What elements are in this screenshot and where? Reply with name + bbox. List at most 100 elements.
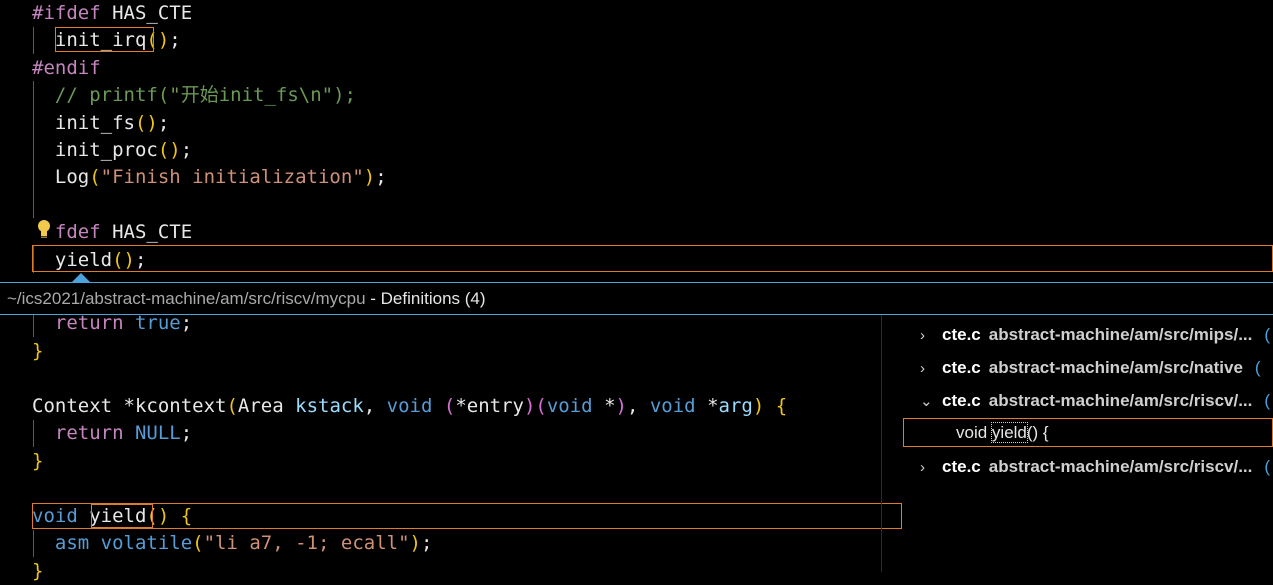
chevron-icon: › — [920, 360, 925, 377]
indent-guide — [33, 420, 34, 447]
ref-child-pre: void — [956, 423, 992, 442]
definition-line-highlight — [32, 503, 902, 529]
symbol-highlight-yield — [91, 504, 153, 528]
chevron-icon: › — [920, 459, 925, 476]
lightbulb-icon[interactable] — [36, 219, 52, 239]
code-token: // printf("开始init_fs\n"); — [32, 84, 356, 107]
code-token: ; — [180, 139, 193, 161]
code-token: void — [649, 394, 696, 417]
code-token: ; — [420, 532, 433, 554]
code-token: ; — [157, 111, 170, 134]
code-line[interactable]: } — [32, 448, 43, 475]
code-line[interactable]: Log("Finish initialization"); — [32, 164, 387, 191]
code-token: arg — [718, 394, 753, 417]
peek-divider — [881, 315, 882, 572]
current-line-highlight — [32, 245, 1273, 272]
code-token: "li a7, -1; ecall" — [203, 532, 410, 554]
code-token: ) — [615, 394, 627, 417]
reference-count-badge: ( — [1264, 457, 1271, 476]
ref-child-word: yield — [990, 422, 1028, 443]
code-token: NULL — [123, 422, 181, 444]
code-token: () — [157, 139, 181, 161]
indent-guide — [33, 315, 34, 337]
code-token: volatile — [100, 532, 193, 554]
code-token: true — [123, 312, 181, 334]
code-token: } — [32, 339, 44, 362]
code-token: init_proc — [32, 139, 158, 161]
reference-count-badge: ( — [1264, 391, 1271, 410]
code-token: ( — [89, 166, 101, 189]
code-token: ) — [363, 166, 376, 189]
code-token: ) — [409, 532, 421, 554]
code-line[interactable]: } — [32, 558, 43, 585]
peek-pointer — [72, 273, 90, 282]
code-token: void — [546, 394, 593, 417]
indent-guide — [33, 530, 34, 557]
code-line[interactable]: return true; — [32, 310, 192, 337]
reference-count-badge: ( — [1254, 358, 1261, 377]
reference-file-item[interactable]: › cte.c abstract-machine/am/src/riscv/... ( — [920, 452, 1270, 482]
code-token: ; — [375, 166, 387, 189]
code-token: init_fs — [32, 111, 135, 134]
code-token: *entry — [455, 394, 524, 417]
code-line[interactable]: return NULL; — [32, 420, 192, 447]
reference-file-path: abstract-machine/am/src/mips/... — [988, 325, 1253, 344]
code-line[interactable]: // printf("开始init_fs\n"); — [32, 82, 356, 109]
code-token: , — [363, 394, 387, 417]
symbol-highlight-init-irq — [55, 27, 154, 52]
code-token: * — [695, 394, 719, 417]
code-token: return — [32, 422, 124, 444]
reference-file-item[interactable]: › cte.c abstract-machine/am/src/native ( — [920, 353, 1261, 383]
code-token: kstack — [295, 394, 364, 417]
ref-child-post: () { — [1026, 423, 1049, 442]
code-token: ( — [443, 394, 456, 417]
code-token: "Finish initialization" — [100, 166, 364, 189]
code-token: #ifdef — [32, 2, 101, 24]
code-token: * — [592, 394, 616, 417]
code-token: ) — [752, 394, 765, 417]
reference-file-name: cte.c — [942, 325, 981, 344]
peek-separator: - — [365, 289, 381, 308]
code-token: { — [764, 394, 788, 417]
reference-match-yield[interactable]: void yield() { — [903, 418, 1273, 447]
code-line[interactable]: asm volatile("li a7, -1; ecall"); — [32, 530, 433, 557]
code-token: ( — [192, 532, 204, 554]
code-token: Context — [32, 394, 113, 417]
code-token: HAS_CTE — [100, 2, 193, 24]
code-token: *kcontext — [112, 394, 227, 417]
chevron-icon: ⌄ — [920, 393, 933, 410]
reference-file-name: cte.c — [942, 358, 981, 377]
reference-file-name: cte.c — [942, 457, 981, 476]
code-line[interactable]: #ifdef HAS_CTE — [32, 0, 192, 27]
code-token: ( — [226, 394, 238, 417]
code-token: ; — [180, 312, 193, 334]
code-token: )( — [523, 394, 547, 417]
code-token: Log — [32, 166, 90, 189]
code-token: } — [32, 449, 44, 472]
reference-file-item[interactable]: › cte.c abstract-machine/am/src/mips/... ( — [920, 320, 1270, 350]
code-line[interactable]: } — [32, 338, 43, 365]
code-line[interactable]: #endif — [32, 55, 101, 82]
code-line[interactable]: Context *kcontext(Area kstack, void (*en… — [32, 393, 787, 420]
reference-count-badge: ( — [1264, 325, 1271, 344]
reference-file-item[interactable]: ⌄ cte.c abstract-machine/am/src/riscv/... ( — [920, 386, 1270, 416]
peek-path: ~/ics2021/abstract-machine/am/src/riscv/… — [7, 289, 366, 308]
peek-title: Definitions (4) — [380, 289, 486, 308]
code-token: return — [32, 312, 124, 334]
reference-file-name: cte.c — [942, 391, 981, 410]
code-token: ; — [169, 29, 181, 52]
code-token: Area — [237, 394, 296, 417]
reference-file-path: abstract-machine/am/src/native — [988, 358, 1243, 377]
code-line[interactable]: fdef HAS_CTE — [32, 219, 192, 246]
code-token: #endif — [32, 56, 101, 79]
code-token: () — [134, 111, 158, 134]
code-token: HAS_CTE — [100, 221, 193, 244]
code-line[interactable]: init_fs(); — [32, 110, 169, 137]
reference-file-path: abstract-machine/am/src/riscv/... — [988, 391, 1253, 410]
code-token: void — [386, 394, 433, 417]
reference-file-path: abstract-machine/am/src/riscv/... — [988, 457, 1253, 476]
code-token: } — [32, 559, 44, 582]
code-line[interactable]: init_proc(); — [32, 137, 192, 164]
code-token: ; — [180, 422, 193, 444]
